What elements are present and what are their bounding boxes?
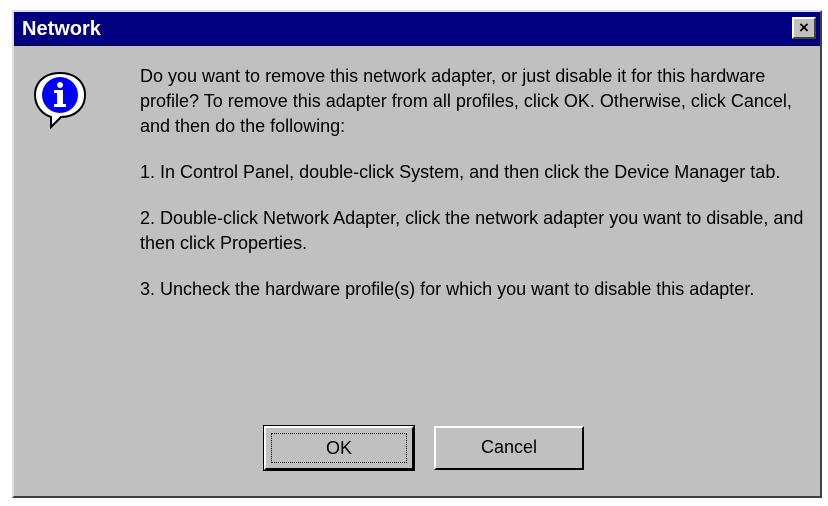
close-icon: × [799, 18, 809, 37]
message-step-2: 2. Double-click Network Adapter, click t… [140, 208, 804, 253]
close-button[interactable]: × [792, 17, 816, 39]
title-bar[interactable]: Network × [14, 12, 820, 46]
message-intro: Do you want to remove this network adapt… [140, 66, 792, 136]
network-dialog: Network × Do you want to remove this net… [12, 10, 822, 498]
window-title: Network [22, 18, 101, 40]
message-text: Do you want to remove this network adapt… [140, 64, 816, 323]
cancel-button[interactable]: Cancel [434, 426, 584, 470]
ok-button[interactable]: OK [263, 425, 415, 471]
message-step-3: 3. Uncheck the hardware profile(s) for w… [140, 279, 755, 299]
message-step-1: 1. In Control Panel, double-click System… [140, 162, 781, 182]
information-icon [33, 71, 87, 130]
ok-button-label: OK [271, 433, 407, 463]
